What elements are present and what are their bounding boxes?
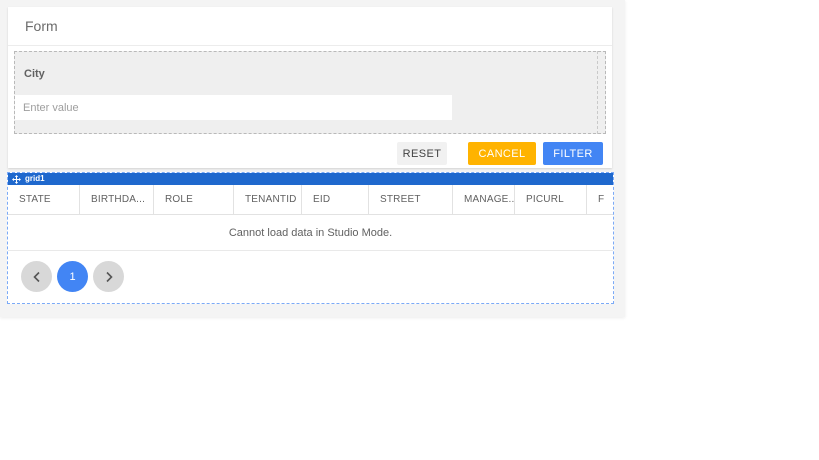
city-field-label: City — [24, 68, 45, 80]
grid-header-row: STATE BIRTHDA... ROLE TENANTID EID STREET MANA… — [8, 185, 613, 215]
grid-widget-name: grid1 — [25, 174, 45, 183]
grid-column-header[interactable]: STREET — [369, 185, 453, 214]
grid-empty-state: Cannot load data in Studio Mode. — [8, 215, 613, 251]
grid-column-header[interactable]: F — [587, 185, 613, 214]
grid-column-header[interactable]: ROLE — [154, 185, 234, 214]
grid-column-header[interactable]: TENANTID — [234, 185, 302, 214]
cancel-button[interactable]: CANCEL — [468, 142, 536, 165]
pagination-page-1-button[interactable]: 1 — [57, 261, 88, 292]
reset-button[interactable]: RESET — [397, 142, 447, 165]
filter-button[interactable]: FILTER — [543, 142, 603, 165]
app-canvas: Form City RESET CANCEL FILTER — [0, 0, 625, 317]
chevron-right-icon — [105, 271, 113, 283]
grid-column-header[interactable]: EID — [302, 185, 369, 214]
grid-column-header[interactable]: PICURL — [515, 185, 587, 214]
chevron-left-icon — [32, 271, 41, 283]
grid-drag-handle[interactable]: grid1 — [8, 173, 613, 185]
grid-column-header[interactable]: STATE — [8, 185, 80, 214]
form-button-row: RESET CANCEL FILTER — [8, 142, 603, 165]
grid-pagination: 1 — [8, 251, 613, 292]
grid-column-header[interactable]: BIRTHDA... — [80, 185, 154, 214]
pagination-next-button[interactable] — [93, 261, 124, 292]
city-input[interactable] — [15, 95, 452, 120]
studio-page: Form City RESET CANCEL FILTER — [0, 0, 819, 460]
grid-empty-message: Cannot load data in Studio Mode. — [228, 226, 393, 239]
form-title: Form — [25, 18, 58, 34]
move-icon — [12, 174, 21, 184]
grid-column-header[interactable]: MANAGE... — [453, 185, 515, 214]
city-field-container[interactable]: City — [14, 51, 606, 134]
form-widget[interactable]: Form City RESET CANCEL FILTER — [8, 7, 612, 168]
form-title-bar: Form — [8, 7, 612, 46]
container-resize-divider — [597, 51, 598, 134]
pagination-prev-button[interactable] — [21, 261, 52, 292]
grid-widget[interactable]: grid1 STATE BIRTHDA... ROLE TENANTID EID STRE… — [7, 172, 614, 304]
